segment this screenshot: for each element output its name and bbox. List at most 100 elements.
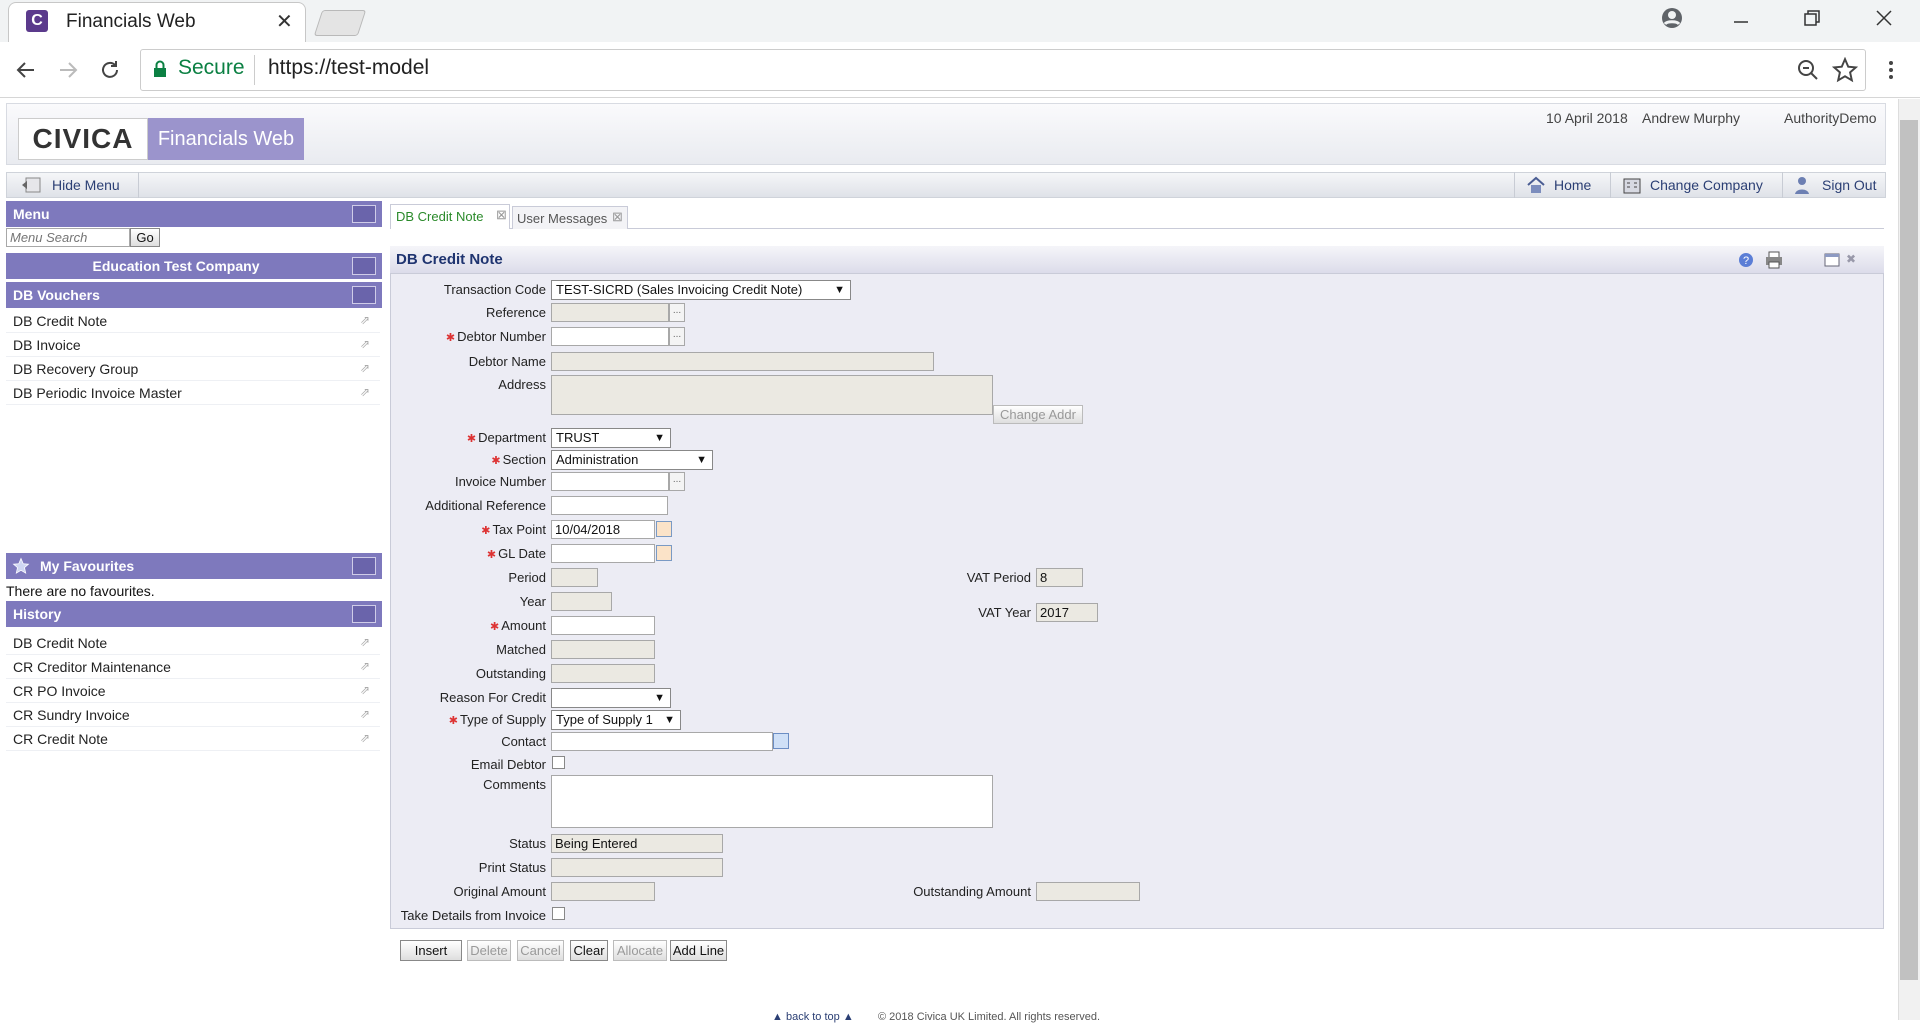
menu-search-input[interactable] xyxy=(6,228,130,247)
history-title: History xyxy=(13,606,62,622)
reference-label: Reference xyxy=(486,305,546,320)
star-icon[interactable] xyxy=(1832,57,1858,83)
allocate-button[interactable]: Allocate xyxy=(613,940,667,961)
cancel-button[interactable]: Cancel xyxy=(517,940,564,961)
email-debtor-checkbox[interactable] xyxy=(552,756,565,769)
address-label: Address xyxy=(498,377,546,392)
reference-lookup-button[interactable]: ... xyxy=(669,303,685,322)
delete-button[interactable]: Delete xyxy=(467,940,511,961)
matched-input[interactable] xyxy=(551,640,655,659)
company-name: Education Test Company xyxy=(92,258,260,274)
comments-textarea[interactable] xyxy=(551,775,993,828)
debtor-number-input[interactable] xyxy=(551,327,669,346)
back-to-top-link[interactable]: ▲ back to top ▲ xyxy=(772,1011,854,1023)
type-of-supply-select[interactable]: Type of Supply 1 ▼ xyxy=(551,710,681,730)
back-icon[interactable] xyxy=(14,58,38,82)
close-tab-icon[interactable]: ⊠ xyxy=(496,207,507,223)
zoom-icon[interactable] xyxy=(1796,58,1820,82)
department-select[interactable]: TRUST ▼ xyxy=(551,428,671,448)
url-text[interactable]: https://test-model xyxy=(268,56,429,80)
close-tab-icon[interactable]: ✕ xyxy=(276,9,293,34)
tab-label: User Messages xyxy=(517,211,608,226)
star-icon xyxy=(12,557,30,574)
close-panel-icon[interactable]: ✖ xyxy=(1846,252,1856,266)
take-details-checkbox[interactable] xyxy=(552,907,565,920)
favourites-empty-text: There are no favourites. xyxy=(6,583,155,599)
secure-label: Secure xyxy=(178,56,245,79)
url-divider xyxy=(254,55,255,85)
nav-divider xyxy=(1782,172,1783,198)
section-label: ✱ Section xyxy=(491,452,546,467)
print-icon[interactable] xyxy=(1764,251,1784,269)
tax-point-input[interactable]: 10/04/2018 xyxy=(551,520,655,539)
restore-icon[interactable] xyxy=(1802,8,1822,28)
sign-out-link[interactable]: Sign Out xyxy=(1822,177,1876,193)
additional-reference-input[interactable] xyxy=(551,496,668,515)
tax-point-label: ✱ Tax Point xyxy=(481,522,546,537)
kebab-menu-icon[interactable] xyxy=(1886,58,1896,82)
reason-for-credit-select[interactable]: ▼ xyxy=(551,688,671,708)
outstanding-amount-input[interactable] xyxy=(1036,882,1140,901)
window-close-icon[interactable] xyxy=(1874,8,1894,28)
change-company-icon[interactable] xyxy=(1622,176,1642,194)
header-authority: AuthorityDemo xyxy=(1784,110,1877,126)
profile-icon[interactable] xyxy=(1660,6,1684,30)
lock-icon xyxy=(154,60,166,77)
close-tab-icon[interactable]: ⊠ xyxy=(612,209,623,225)
home-link[interactable]: Home xyxy=(1554,177,1591,193)
contact-label: Contact xyxy=(501,734,546,749)
history-item-label: DB Credit Note xyxy=(13,635,108,651)
reference-input[interactable] xyxy=(551,303,669,322)
status-input[interactable]: Being Entered xyxy=(551,834,723,853)
popout-icon[interactable] xyxy=(1824,252,1842,268)
period-input[interactable] xyxy=(551,568,598,587)
change-company-link[interactable]: Change Company xyxy=(1650,177,1763,193)
hide-menu-link[interactable]: Hide Menu xyxy=(52,177,120,193)
change-addr-button[interactable]: Change Addr xyxy=(993,405,1083,424)
new-tab-button[interactable] xyxy=(313,10,367,36)
add-line-button[interactable]: Add Line xyxy=(670,940,727,961)
menu-item-label: DB Credit Note xyxy=(13,313,108,329)
section-select[interactable]: Administration ▼ xyxy=(551,450,713,470)
reload-icon[interactable] xyxy=(98,58,122,82)
address-textarea[interactable] xyxy=(551,375,993,415)
clear-button[interactable]: Clear xyxy=(570,940,608,961)
calendar-icon[interactable] xyxy=(656,521,672,537)
home-icon[interactable] xyxy=(1526,176,1546,194)
contact-lookup-icon[interactable] xyxy=(773,733,789,749)
outstanding-label: Outstanding xyxy=(475,666,546,681)
menu-panel-toggle-icon[interactable] xyxy=(352,205,376,223)
amount-label: ✱ Amount xyxy=(489,618,546,633)
invoice-number-input[interactable] xyxy=(551,472,669,491)
debtor-number-lookup-button[interactable]: ... xyxy=(669,327,685,346)
sign-out-icon[interactable] xyxy=(1792,175,1812,195)
vat-year-input[interactable]: 2017 xyxy=(1036,603,1098,622)
transaction-code-select[interactable]: TEST-SICRD (Sales Invoicing Credit Note)… xyxy=(551,280,851,300)
history-item-label: CR Creditor Maintenance xyxy=(13,659,171,675)
reason-for-credit-label: Reason For Credit xyxy=(439,690,546,705)
original-amount-input[interactable] xyxy=(551,882,655,901)
hide-menu-icon[interactable] xyxy=(20,176,42,194)
forward-icon[interactable] xyxy=(56,58,80,82)
insert-button[interactable]: Insert xyxy=(400,940,462,961)
print-status-input[interactable] xyxy=(551,858,723,877)
vat-period-input[interactable]: 8 xyxy=(1036,568,1083,587)
gl-date-input[interactable] xyxy=(551,544,655,563)
civica-logo: CIVICA xyxy=(18,118,148,160)
debtor-name-input[interactable] xyxy=(551,352,934,371)
outstanding-input[interactable] xyxy=(551,664,655,683)
help-icon[interactable]: ? xyxy=(1738,252,1754,268)
minimize-icon[interactable] xyxy=(1732,10,1750,28)
comments-label: Comments xyxy=(483,777,546,792)
copyright-text: © 2018 Civica UK Limited. All rights res… xyxy=(878,1011,1101,1023)
email-debtor-label: Email Debtor xyxy=(470,757,546,772)
menu-search-go-button[interactable]: Go xyxy=(130,228,160,247)
invoice-number-lookup-button[interactable]: ... xyxy=(669,472,685,491)
contact-input[interactable] xyxy=(551,732,773,751)
calendar-icon[interactable] xyxy=(656,545,672,561)
year-label: Year xyxy=(519,594,546,609)
amount-input[interactable] xyxy=(551,616,655,635)
scrollbar-thumb[interactable] xyxy=(1900,120,1918,980)
year-input[interactable] xyxy=(551,592,612,611)
company-panel-toggle-icon[interactable] xyxy=(352,257,376,275)
